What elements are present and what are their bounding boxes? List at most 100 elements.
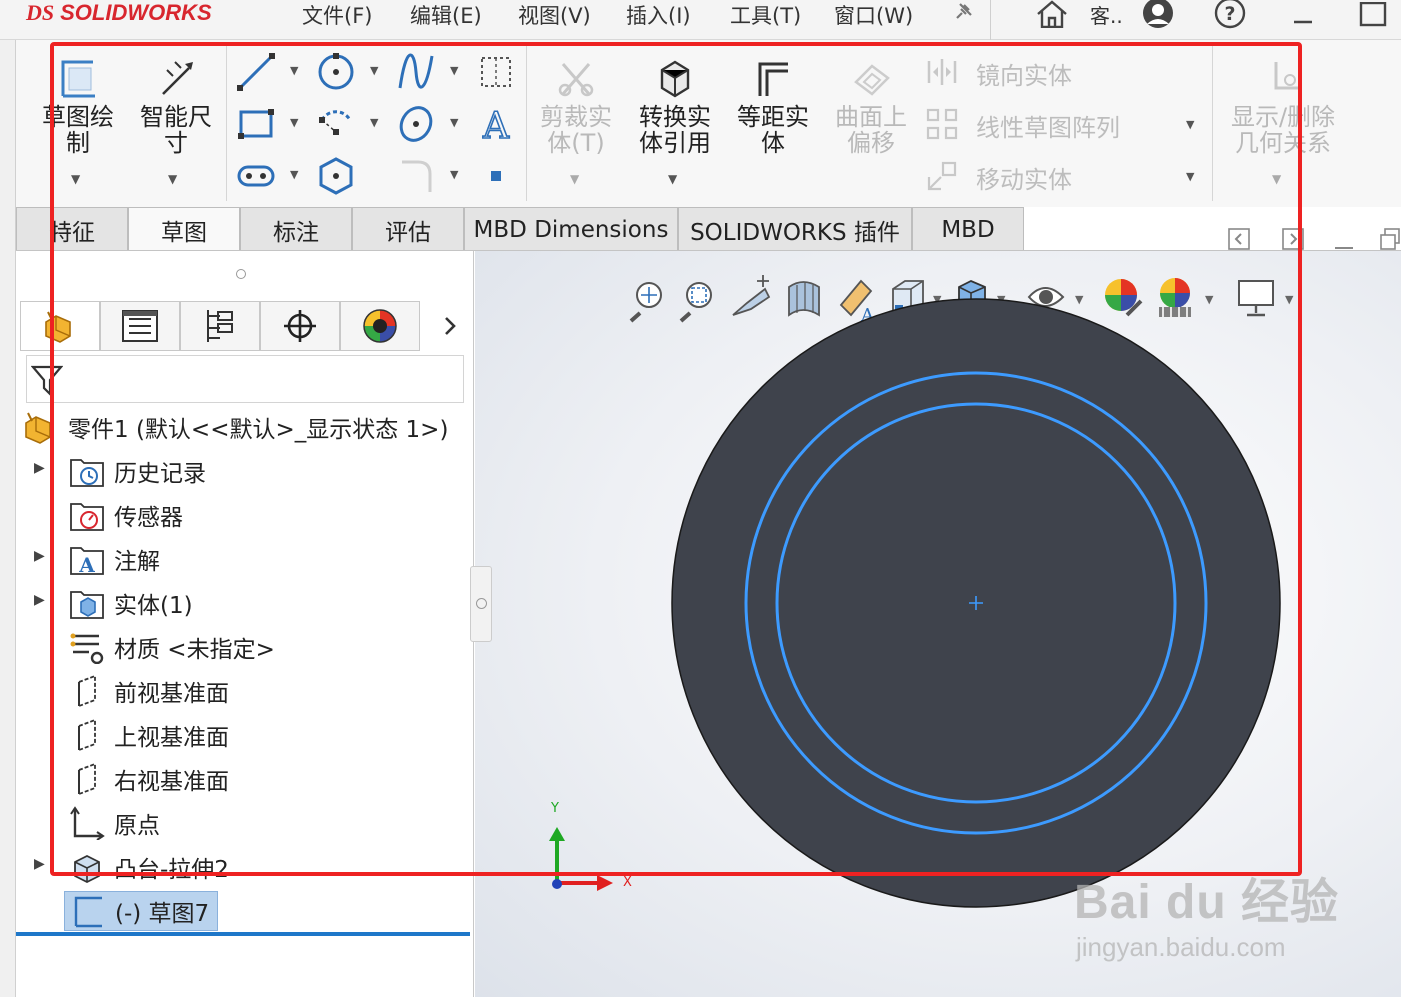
slot-tool-icon[interactable]: [234, 154, 278, 198]
spline-tool-caret[interactable]: ▼: [450, 64, 458, 77]
ellipse-tool-caret[interactable]: ▼: [450, 116, 458, 129]
fillet-tool-icon[interactable]: [394, 154, 438, 198]
panel-grip-dot[interactable]: [236, 269, 246, 279]
app-logo[interactable]: DS SOLIDWORKS: [26, 0, 212, 26]
linear-pattern-label[interactable]: 线性草图阵列: [976, 108, 1120, 143]
user-name[interactable]: 客..: [1090, 0, 1123, 28]
text-tool-icon[interactable]: A: [474, 102, 518, 146]
menu-edit[interactable]: 编辑(E): [410, 0, 482, 28]
menu-file[interactable]: 文件(F): [302, 0, 372, 28]
expand-history-arrow[interactable]: ▶: [34, 460, 45, 476]
feature-manager-tab[interactable]: [20, 301, 100, 351]
tree-item-history[interactable]: 历史记录: [68, 451, 206, 491]
polygon-tool-icon[interactable]: [314, 154, 358, 198]
trim-entities-button[interactable]: 剪裁实 体(T): [534, 54, 618, 156]
tab-mbd-dimensions-label: MBD Dimensions: [473, 216, 669, 243]
panel-splitter-handle[interactable]: [470, 566, 492, 642]
smart-dimension-button[interactable]: 智能尺 寸: [134, 54, 218, 156]
tab-mbd[interactable]: MBD: [912, 207, 1024, 251]
doc-restore-icon[interactable]: [1378, 224, 1401, 252]
convert-entities-dropdown-caret[interactable]: ▼: [668, 172, 677, 186]
command-manager-tabs: 特征 草图 标注 评估 MBD Dimensions SOLIDWORKS 插件…: [16, 207, 1024, 251]
mirror-entities-icon[interactable]: [922, 50, 962, 94]
spline-tool-icon[interactable]: [394, 50, 438, 94]
mirror-entities-label[interactable]: 镜向实体: [976, 56, 1072, 91]
offset-entities-button[interactable]: 等距实 体: [728, 54, 818, 156]
line-tool-caret[interactable]: ▼: [290, 64, 298, 77]
tree-item-material[interactable]: 材质 <未指定>: [68, 627, 275, 667]
panel-left-toggle-icon[interactable]: [1226, 226, 1252, 252]
linear-pattern-caret[interactable]: ▼: [1186, 118, 1194, 131]
panel-tabs-more-arrow[interactable]: [420, 301, 480, 351]
tree-item-history-label: 历史记录: [114, 461, 206, 487]
home-icon[interactable]: [1032, 0, 1072, 28]
line-tool-icon[interactable]: [234, 50, 278, 94]
panel-right-toggle-icon[interactable]: [1280, 226, 1306, 252]
tree-item-boss-extrude[interactable]: 凸台-拉伸2: [68, 847, 229, 887]
tab-markup[interactable]: 标注: [240, 207, 352, 251]
property-manager-tab[interactable]: [100, 301, 180, 351]
fillet-tool-caret[interactable]: ▼: [450, 168, 458, 181]
convert-entities-button[interactable]: 转换实 体引用: [630, 54, 720, 156]
expand-annotations-arrow[interactable]: ▶: [34, 548, 45, 564]
tree-item-solid-bodies[interactable]: 实体(1): [68, 583, 193, 623]
tree-item-top-plane[interactable]: 上视基准面: [68, 715, 229, 755]
smart-dimension-dropdown-caret[interactable]: ▼: [168, 172, 177, 186]
configuration-manager-tab[interactable]: [180, 301, 260, 351]
menu-tools[interactable]: 工具(T): [730, 0, 801, 28]
linear-pattern-icon[interactable]: [922, 102, 962, 146]
sketch-button[interactable]: 草图绘 制: [36, 54, 120, 156]
property-list-icon: [122, 310, 158, 342]
tree-item-annotations[interactable]: A 注解: [68, 539, 160, 579]
circle-tool-icon[interactable]: [314, 50, 358, 94]
tree-item-right-plane[interactable]: 右视基准面: [68, 759, 229, 799]
circle-tool-caret[interactable]: ▼: [370, 64, 378, 77]
tab-sketch[interactable]: 草图: [128, 207, 240, 251]
tree-item-front-plane[interactable]: 前视基准面: [68, 671, 229, 711]
sketch-icon: [36, 54, 120, 98]
pin-icon[interactable]: [948, 0, 978, 24]
sketch-dropdown-caret[interactable]: ▼: [71, 172, 80, 186]
display-manager-tab[interactable]: [340, 301, 420, 351]
tab-evaluate-label: 评估: [385, 219, 431, 246]
slot-tool-caret[interactable]: ▼: [290, 168, 298, 181]
arc-tool-icon[interactable]: [314, 102, 358, 146]
tree-filter-field[interactable]: [26, 355, 464, 403]
panel-tab-strip: [20, 301, 480, 351]
offset-on-surface-button[interactable]: 曲面上 偏移: [826, 54, 916, 156]
tree-root-part[interactable]: 零件1 (默认<<默认>_显示状态 1>): [22, 407, 448, 447]
move-entities-label[interactable]: 移动实体: [976, 160, 1072, 195]
rectangle-tool-caret[interactable]: ▼: [290, 116, 298, 129]
menu-insert[interactable]: 插入(I): [626, 0, 691, 28]
menu-window[interactable]: 窗口(W): [834, 0, 913, 28]
dimxpert-manager-tab[interactable]: [260, 301, 340, 351]
tab-evaluate[interactable]: 评估: [352, 207, 464, 251]
tree-item-sensors[interactable]: 传感器: [68, 495, 183, 535]
expand-solid-bodies-arrow[interactable]: ▶: [34, 592, 45, 608]
rectangle-tool-icon[interactable]: [234, 102, 278, 146]
move-entities-icon[interactable]: [922, 154, 962, 198]
user-avatar-icon[interactable]: [1138, 0, 1178, 30]
appearance-ball-icon: [363, 309, 397, 343]
minimize-icon[interactable]: [1288, 0, 1318, 30]
top-plane-icon: [68, 717, 106, 753]
move-entities-caret[interactable]: ▼: [1186, 170, 1194, 183]
tab-mbd-dimensions[interactable]: MBD Dimensions: [464, 207, 678, 251]
offset-on-surface-label: 曲面上 偏移: [835, 103, 907, 157]
tab-features[interactable]: 特征: [16, 207, 128, 251]
tree-item-active-sketch[interactable]: (-) 草图7: [64, 891, 219, 931]
doc-minimize-icon[interactable]: [1332, 236, 1356, 252]
help-icon[interactable]: ?: [1208, 0, 1252, 30]
display-delete-relations-button[interactable]: 显示/删除 几何关系: [1216, 54, 1350, 156]
tree-item-origin[interactable]: 原点: [68, 803, 160, 843]
maximize-icon[interactable]: [1356, 0, 1390, 30]
tab-solidworks-addins[interactable]: SOLIDWORKS 插件: [678, 207, 912, 251]
arc-tool-caret[interactable]: ▼: [370, 116, 378, 129]
point-tool-icon[interactable]: [474, 154, 518, 198]
expand-boss-extrude-arrow[interactable]: ▶: [34, 856, 45, 872]
ellipse-tool-icon[interactable]: [394, 102, 438, 146]
menu-view[interactable]: 视图(V): [518, 0, 591, 28]
display-grid-icon[interactable]: [474, 50, 518, 94]
trim-dropdown-caret[interactable]: ▼: [570, 172, 579, 186]
relations-dropdown-caret[interactable]: ▼: [1272, 172, 1281, 186]
